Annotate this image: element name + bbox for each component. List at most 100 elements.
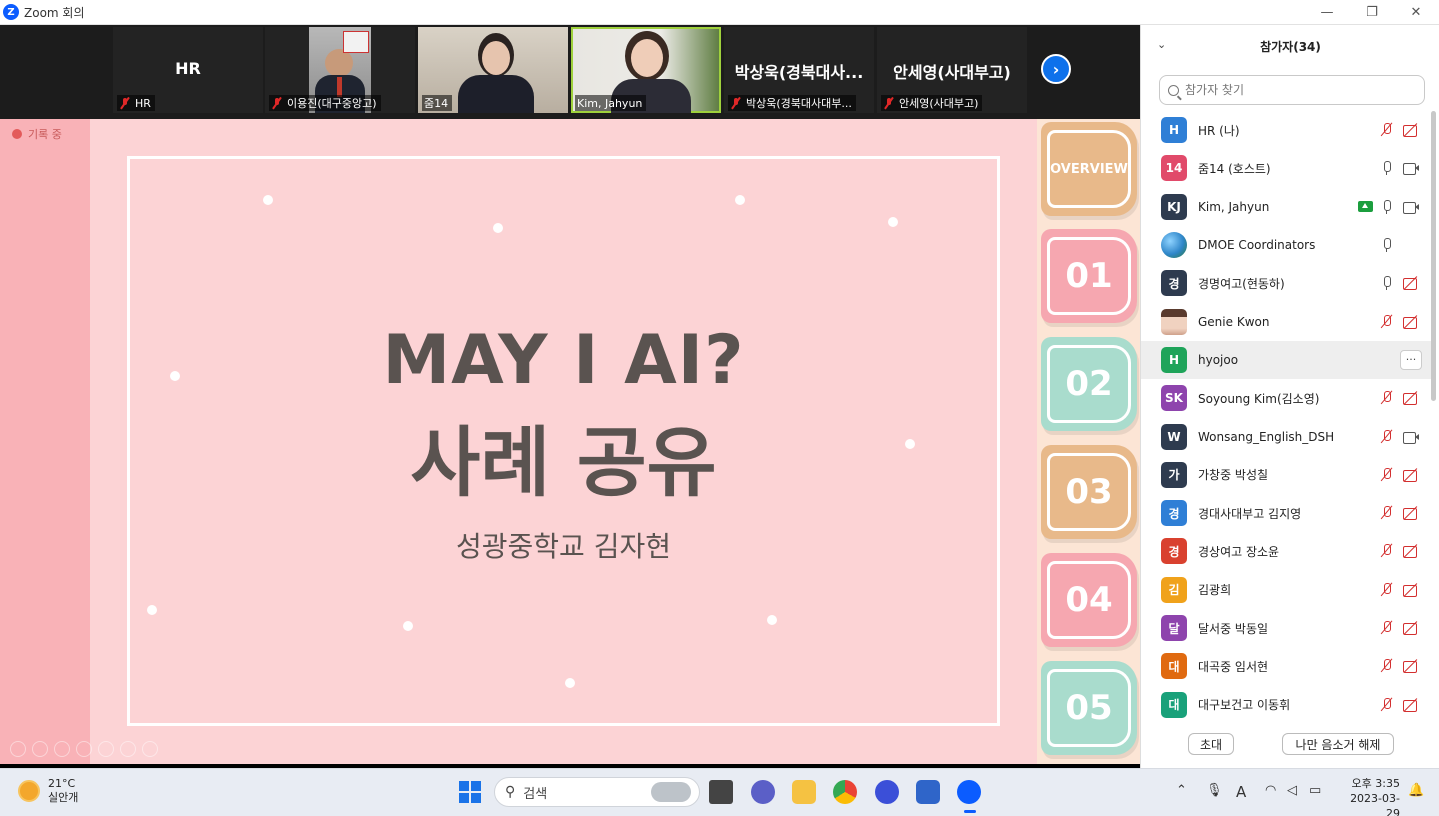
more-icon[interactable] (142, 741, 158, 757)
wifi-icon[interactable]: ◠ (1265, 783, 1276, 798)
participant-search[interactable] (1159, 75, 1425, 105)
video-tile-zoom14[interactable]: 줌14 (418, 27, 568, 113)
participant-row[interactable]: 14 줌14 (호스트) (1141, 149, 1431, 187)
battery-icon[interactable]: ▭ (1309, 783, 1321, 798)
invite-button[interactable]: 초대 (1188, 733, 1234, 755)
microphone-icon[interactable]: 🎙 (1206, 783, 1223, 798)
maximize-button[interactable]: ❐ (1350, 0, 1394, 25)
camera-icon[interactable] (1402, 199, 1420, 215)
mic-muted-icon[interactable] (1379, 467, 1395, 483)
participant-row[interactable]: 경 경대사대부고 김지영 (1141, 494, 1431, 532)
toolbar-icon[interactable] (10, 741, 26, 757)
active-app-indicator (964, 810, 976, 813)
participant-avatar: H (1161, 117, 1187, 144)
camera-off-icon[interactable] (1402, 582, 1420, 598)
video-tile-ahn[interactable]: 안세영(사대부고) 안세영(사대부고) (877, 27, 1027, 113)
next-page-arrow-icon[interactable]: › (1041, 54, 1071, 84)
camera-off-icon[interactable] (1402, 122, 1420, 138)
camera-off-icon[interactable] (1402, 697, 1420, 713)
camera-icon[interactable] (1402, 429, 1420, 445)
task-view-icon[interactable] (709, 780, 733, 804)
camera-off-icon[interactable] (1402, 390, 1420, 406)
file-explorer-icon[interactable] (792, 780, 816, 804)
video-tile-park[interactable]: 박상욱(경북대사... 박상욱(경북대사대부... (724, 27, 874, 113)
zoom-app-icon[interactable] (957, 780, 981, 804)
camera-off-icon[interactable] (1402, 543, 1420, 559)
tile-caption: 이용진(대구중앙고) (269, 95, 381, 111)
participant-row[interactable]: DMOE Coordinators (1141, 226, 1431, 264)
chrome-icon[interactable] (833, 780, 857, 804)
mic-muted-icon[interactable] (1379, 505, 1395, 521)
notification-bell-icon[interactable]: 🔔 (1408, 783, 1424, 798)
toolbar-icon[interactable] (76, 741, 92, 757)
mic-muted-icon[interactable] (1379, 620, 1395, 636)
slide-tab-03: 03 (1041, 445, 1137, 539)
volume-icon[interactable]: ◁ (1287, 783, 1297, 798)
minimize-button[interactable]: — (1305, 0, 1349, 25)
participant-name: 경명여고(현동하) (1198, 276, 1285, 291)
participant-row[interactable]: H HR (나) (1141, 111, 1431, 149)
participant-row[interactable]: KJ Kim, Jahyun (1141, 188, 1431, 226)
input-language-indicator[interactable]: A (1236, 783, 1246, 801)
mic-muted-icon[interactable] (1379, 543, 1395, 559)
mic-icon[interactable] (1379, 275, 1395, 291)
chat-icon[interactable] (751, 780, 775, 804)
weather-widget[interactable]: 21°C 실안개 (18, 777, 78, 805)
mic-icon[interactable] (1379, 199, 1395, 215)
toolbar-icon[interactable] (54, 741, 70, 757)
unmute-me-button[interactable]: 나만 음소거 해제 (1282, 733, 1394, 755)
camera-off-icon[interactable] (1402, 505, 1420, 521)
participant-row[interactable]: SK Soyoung Kim(김소영) (1141, 379, 1431, 417)
participant-row[interactable]: 대 대구보건고 이동휘 (1141, 685, 1431, 723)
mic-muted-icon[interactable] (1379, 429, 1395, 445)
store-icon[interactable] (916, 780, 940, 804)
participant-row[interactable]: 김 김광희 (1141, 571, 1431, 609)
participant-row[interactable]: 달 달서중 박동일 (1141, 609, 1431, 647)
participant-more-button[interactable]: ··· (1400, 349, 1422, 370)
slide-subtitle: 성광중학교 김자현 (456, 530, 671, 563)
participant-name: Kim, Jahyun (1198, 199, 1270, 214)
participant-row[interactable]: W Wonsang_English_DSH (1141, 417, 1431, 455)
camera-off-icon[interactable] (1402, 314, 1420, 330)
participant-avatar: 14 (1161, 155, 1187, 182)
slide-tab-overview: OVERVIEW (1041, 122, 1137, 216)
video-tile-hr[interactable]: HR HR (113, 27, 263, 113)
zoom-icon[interactable] (120, 741, 136, 757)
mic-muted-icon[interactable] (1379, 658, 1395, 674)
camera-off-icon[interactable] (1402, 620, 1420, 636)
participant-row[interactable]: 가 가창중 박성칠 (1141, 456, 1431, 494)
participants-panel: ⌄ 참가자(34) HHR (나)14줌14 (호스트)KJKim, Jahyu… (1140, 25, 1439, 768)
mic-muted-icon[interactable] (1379, 582, 1395, 598)
close-button[interactable]: ✕ (1394, 0, 1438, 25)
mic-icon[interactable] (1379, 160, 1395, 176)
video-tile-lee[interactable]: 이용진(대구중앙고) (265, 27, 415, 113)
mic-muted-icon[interactable] (1379, 697, 1395, 713)
participant-name: HR (나) (1198, 123, 1240, 138)
participant-row[interactable]: 경 경상여고 장소윤 (1141, 532, 1431, 570)
mic-muted-icon[interactable] (1379, 390, 1395, 406)
mic-muted-icon[interactable] (1379, 122, 1395, 138)
participant-row[interactable]: 경 경명여고(현동하) (1141, 264, 1431, 302)
participant-row[interactable]: 대 대곡중 임서현 (1141, 647, 1431, 685)
clock-time: 오후 3:35 (1351, 777, 1400, 790)
mic-muted-icon[interactable] (1379, 314, 1395, 330)
camera-icon[interactable] (1402, 160, 1420, 176)
camera-off-icon[interactable] (1402, 658, 1420, 674)
participant-search-input[interactable] (1185, 83, 1415, 97)
taskbar-search[interactable]: ⚲ 검색 (494, 777, 700, 807)
video-tile-kim-active-speaker[interactable]: Kim, Jahyun (571, 27, 721, 113)
tray-overflow-icon[interactable]: ⌃ (1176, 783, 1187, 798)
taskbar-clock[interactable]: 오후 3:35 2023-03-29 (1340, 776, 1400, 816)
camera-off-icon[interactable] (1402, 467, 1420, 483)
mic-muted-icon (271, 97, 283, 109)
windows-start-icon[interactable] (458, 780, 482, 804)
toolbar-icon[interactable] (98, 741, 114, 757)
camera-off-icon[interactable] (1402, 275, 1420, 291)
slide-side-tabs: OVERVIEW 01 02 03 04 05 (1037, 119, 1140, 764)
mic-icon[interactable] (1379, 237, 1395, 253)
participant-list-scrollbar[interactable] (1431, 111, 1436, 401)
search-app-icon[interactable] (875, 780, 899, 804)
participant-row[interactable]: Hhyojoo ··· (1141, 340, 1431, 380)
toolbar-icon[interactable] (32, 741, 48, 757)
participant-row[interactable]: Genie Kwon (1141, 302, 1431, 340)
